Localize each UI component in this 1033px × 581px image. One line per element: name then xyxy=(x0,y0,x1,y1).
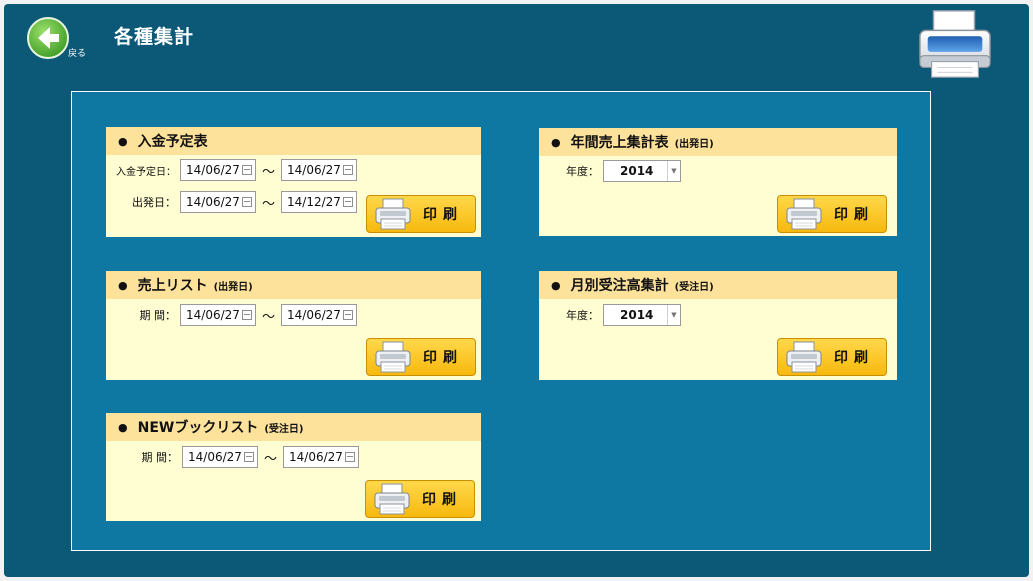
panel-getsubetsu: ● 月別受注高集計 (受注日) 年度： 2014 ▼ 印刷 xyxy=(539,271,897,380)
range-separator: 〜 xyxy=(262,196,276,212)
date-range-row: 入金予定日： 14/06/27 〜 14/06/27 xyxy=(108,159,358,181)
field-label: 期 間： xyxy=(141,451,179,464)
date-value: 14/06/27 xyxy=(287,308,341,322)
date-value: 14/06/27 xyxy=(186,308,240,322)
panel-header: ● NEWブックリスト (受注日) xyxy=(106,413,481,441)
panel-title: NEWブックリスト xyxy=(137,420,259,436)
content-area: ● 入金予定表 入金予定日： 14/06/27 〜 14/06/27 出発日： … xyxy=(71,91,931,551)
calendar-icon[interactable] xyxy=(343,165,354,175)
panel-header: ● 入金予定表 xyxy=(106,127,481,155)
calendar-icon[interactable] xyxy=(343,197,354,207)
print-button[interactable]: 印刷 xyxy=(777,338,887,376)
date-value: 14/06/27 xyxy=(289,450,343,464)
panel-nenkan: ● 年間売上集計表 (出発日) 年度： 2014 ▼ 印刷 xyxy=(539,128,897,236)
calendar-icon[interactable] xyxy=(345,452,356,462)
date-value: 14/06/27 xyxy=(287,163,341,177)
date-range-row: 期 間： 14/06/27 〜 14/06/27 xyxy=(108,446,360,468)
calendar-icon[interactable] xyxy=(242,165,252,175)
print-button-label: 印刷 xyxy=(423,350,463,366)
date-from-field[interactable]: 14/06/27 xyxy=(180,191,256,213)
panel-header: ● 年間売上集計表 (出発日) xyxy=(539,128,897,156)
panel-header: ● 売上リスト (出発日) xyxy=(106,271,481,299)
date-range-row: 期 間： 14/06/27 〜 14/06/27 xyxy=(108,304,358,326)
app-window: 戻る 各種集計 ● 入金予定表 入金予定日： 14/06/27 〜 14/06/… xyxy=(4,4,1029,577)
print-button[interactable]: 印刷 xyxy=(777,195,887,233)
panel-header: ● 月別受注高集計 (受注日) xyxy=(539,271,897,299)
print-button-label: 印刷 xyxy=(423,207,463,223)
calendar-icon[interactable] xyxy=(244,452,254,462)
printer-icon xyxy=(784,197,824,231)
print-button-label: 印刷 xyxy=(834,207,874,223)
panel-uriage: ● 売上リスト (出発日) 期 間： 14/06/27 〜 14/06/27 印… xyxy=(106,271,481,380)
page-title: 各種集計 xyxy=(114,26,195,48)
field-label: 出発日： xyxy=(132,196,176,209)
select-value: 2014 xyxy=(620,308,654,322)
printer-icon xyxy=(373,197,413,231)
chevron-down-icon[interactable]: ▼ xyxy=(667,161,680,181)
printer-icon[interactable] xyxy=(916,8,994,82)
date-value: 14/06/27 xyxy=(188,450,242,464)
date-to-field[interactable]: 14/06/27 xyxy=(281,159,358,181)
range-separator: 〜 xyxy=(262,309,276,325)
date-from-field[interactable]: 14/06/27 xyxy=(180,304,256,326)
panel-title: 月別受注高集計 xyxy=(570,278,669,294)
chevron-down-icon[interactable]: ▼ xyxy=(667,305,680,325)
date-from-field[interactable]: 14/06/27 xyxy=(180,159,256,181)
bullet-icon: ● xyxy=(118,134,128,148)
print-button[interactable]: 印刷 xyxy=(366,195,476,233)
panel-title: 売上リスト xyxy=(137,278,208,294)
panel-subtitle: (受注日) xyxy=(264,423,304,435)
field-label: 期 間： xyxy=(139,309,177,322)
print-button-label: 印刷 xyxy=(422,492,462,508)
back-label[interactable]: 戻る xyxy=(68,46,86,59)
printer-icon xyxy=(373,340,413,374)
panel-nyukin: ● 入金予定表 入金予定日： 14/06/27 〜 14/06/27 出発日： … xyxy=(106,127,481,237)
print-button[interactable]: 印刷 xyxy=(366,338,476,376)
range-separator: 〜 xyxy=(264,451,278,467)
year-select[interactable]: 2014 ▼ xyxy=(603,160,681,182)
bullet-icon: ● xyxy=(118,278,128,292)
date-to-field[interactable]: 14/06/27 xyxy=(281,304,358,326)
calendar-icon[interactable] xyxy=(343,310,354,320)
bullet-icon: ● xyxy=(551,135,561,149)
date-value: 14/06/27 xyxy=(186,195,240,209)
panel-subtitle: (出発日) xyxy=(213,281,253,293)
panel-title: 年間売上集計表 xyxy=(570,135,669,151)
calendar-icon[interactable] xyxy=(242,310,252,320)
year-row: 年度： 2014 ▼ xyxy=(539,160,681,182)
print-button-label: 印刷 xyxy=(834,350,874,366)
arrow-left-circle-icon[interactable] xyxy=(26,16,70,60)
field-label: 年度： xyxy=(566,309,599,322)
date-to-field[interactable]: 14/06/27 xyxy=(283,446,360,468)
bullet-icon: ● xyxy=(118,420,128,434)
panel-newbook: ● NEWブックリスト (受注日) 期 間： 14/06/27 〜 14/06/… xyxy=(106,413,481,521)
field-label: 年度： xyxy=(566,165,599,178)
range-separator: 〜 xyxy=(262,164,276,180)
date-value: 14/12/27 xyxy=(287,195,341,209)
bullet-icon: ● xyxy=(551,278,561,292)
calendar-icon[interactable] xyxy=(242,197,252,207)
panel-title: 入金予定表 xyxy=(137,134,208,150)
print-button[interactable]: 印刷 xyxy=(365,480,475,518)
panel-subtitle: (出発日) xyxy=(674,138,714,150)
year-select[interactable]: 2014 ▼ xyxy=(603,304,681,326)
date-range-row: 出発日： 14/06/27 〜 14/12/27 xyxy=(108,191,358,213)
panel-subtitle: (受注日) xyxy=(674,281,714,293)
printer-icon xyxy=(372,482,412,516)
date-to-field[interactable]: 14/12/27 xyxy=(281,191,358,213)
printer-icon xyxy=(784,340,824,374)
year-row: 年度： 2014 ▼ xyxy=(539,304,681,326)
date-value: 14/06/27 xyxy=(186,163,240,177)
select-value: 2014 xyxy=(620,164,654,178)
date-from-field[interactable]: 14/06/27 xyxy=(182,446,258,468)
field-label: 入金予定日： xyxy=(116,166,176,178)
